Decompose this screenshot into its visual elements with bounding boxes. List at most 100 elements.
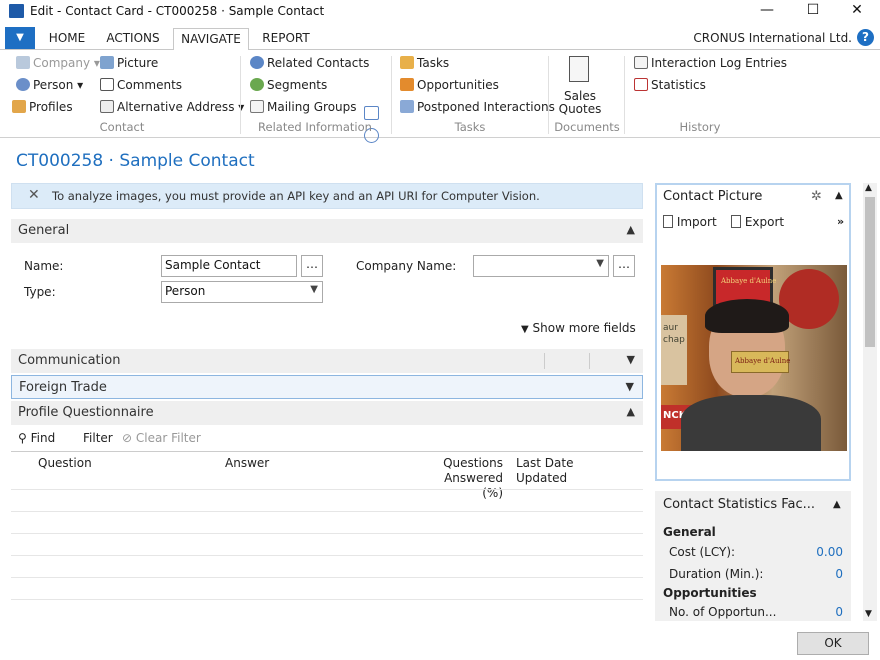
cost-value[interactable]: 0.00: [816, 545, 843, 559]
contact-photo: Abbaye d'Aulne aur chap NCK Abbaye d'Aul…: [661, 265, 847, 451]
chevron-up-icon[interactable]: ▲: [833, 499, 841, 510]
sales-quotes-icon[interactable]: [569, 56, 589, 82]
chevron-down-icon: ▼: [310, 284, 318, 295]
chevron-up-icon[interactable]: ▲: [627, 405, 635, 418]
file-menu-button[interactable]: ▼: [5, 27, 35, 49]
import-button[interactable]: Import: [663, 215, 717, 229]
picture-button[interactable]: Picture: [100, 54, 158, 72]
table-row: [11, 577, 643, 578]
cost-label: Cost (LCY):: [669, 545, 736, 559]
table-row: [11, 489, 643, 490]
close-button[interactable]: ✕: [834, 0, 880, 22]
related-contacts-button[interactable]: Related Contacts: [250, 54, 369, 72]
scrollbar[interactable]: ▲ ▼: [863, 183, 877, 621]
column-questions-answered[interactable]: Questions Answered (%): [420, 456, 503, 501]
sign-text-1: aur: [663, 323, 678, 333]
profiles-button[interactable]: Profiles: [12, 98, 73, 116]
import-icon: [663, 215, 673, 228]
log-icon: [634, 56, 648, 69]
profiles-icon: [12, 100, 26, 113]
opportunities-icon: [400, 78, 414, 91]
photo-hair: [705, 299, 789, 333]
tab-navigate[interactable]: NAVIGATE: [173, 28, 249, 51]
scroll-up-icon[interactable]: ▲: [865, 183, 872, 193]
section-general-header[interactable]: General ▲: [11, 219, 643, 243]
group-related-label: Related Information: [258, 120, 372, 134]
tasks-button[interactable]: Tasks: [400, 54, 449, 72]
name-field[interactable]: Sample Contact: [161, 255, 297, 277]
column-answer[interactable]: Answer: [225, 456, 269, 470]
section-profile-header[interactable]: Profile Questionnaire ▲: [11, 401, 643, 425]
company-lookup-button[interactable]: …: [613, 255, 635, 277]
postponed-interactions-button[interactable]: Postponed Interactions: [400, 98, 555, 116]
filter-button[interactable]: Filter: [83, 431, 113, 445]
segments-button[interactable]: Segments: [250, 76, 327, 94]
clear-filter-button[interactable]: ⊘ Clear Filter: [122, 431, 201, 445]
tab-report[interactable]: REPORT: [256, 28, 316, 50]
comments-icon: [100, 78, 114, 91]
company-name-label: Company Name:: [356, 259, 457, 273]
people-icon: [250, 56, 264, 69]
chevron-down-icon[interactable]: ▼: [627, 353, 635, 366]
interaction-log-entries-button[interactable]: Interaction Log Entries: [634, 54, 787, 72]
picture-icon: [100, 56, 114, 69]
window-title: Edit - Contact Card - CT000258 · Sample …: [30, 4, 325, 18]
chevron-up-icon[interactable]: ▲: [835, 190, 843, 201]
notification-text: To analyze images, you must provide an A…: [52, 189, 540, 203]
company-button[interactable]: Company ▾: [16, 54, 100, 72]
comments-button[interactable]: Comments: [100, 76, 182, 94]
scrollbar-thumb[interactable]: [865, 197, 875, 347]
close-icon[interactable]: ✕: [28, 187, 40, 203]
maximize-button[interactable]: ☐: [790, 0, 836, 22]
section-foreign-trade-header[interactable]: Foreign Trade ▼: [11, 375, 643, 399]
tab-actions[interactable]: ACTIONS: [100, 28, 166, 50]
statistics-button[interactable]: Statistics: [634, 76, 706, 94]
opportunities-button[interactable]: Opportunities: [400, 76, 499, 94]
related-card-icon[interactable]: [364, 106, 379, 120]
show-more-fields-link[interactable]: ▼ Show more fields: [521, 321, 636, 335]
find-button[interactable]: ⚲ Find: [18, 431, 55, 445]
gear-icon[interactable]: ✲: [811, 189, 822, 204]
sales-quotes-button[interactable]: Sales Quotes: [556, 90, 604, 116]
divider: [11, 451, 643, 452]
app-icon: [9, 4, 24, 18]
person-button[interactable]: Person ▾: [16, 76, 83, 94]
company-name: CRONUS International Ltd.: [693, 31, 852, 45]
duration-value[interactable]: 0: [835, 567, 843, 581]
name-lookup-button[interactable]: …: [301, 255, 323, 277]
column-question[interactable]: Question: [38, 456, 92, 470]
ribbon-separator: [624, 56, 625, 134]
no-opportunities-value[interactable]: 0: [835, 605, 843, 619]
help-icon[interactable]: ?: [857, 29, 874, 46]
group-tasks-label: Tasks: [454, 120, 486, 134]
ribbon: Company ▾ Person ▾ Profiles Picture Comm…: [0, 50, 880, 143]
chevron-down-icon[interactable]: ▼: [626, 380, 634, 393]
no-opportunities-label: No. of Opportun...: [669, 605, 777, 619]
face-box-text: Abbaye d'Aulne: [735, 357, 791, 365]
ribbon-separator: [391, 56, 392, 134]
duration-label: Duration (Min.):: [669, 567, 764, 581]
table-row: [11, 599, 643, 600]
scroll-down-icon[interactable]: ▼: [865, 609, 872, 619]
export-button[interactable]: Export: [731, 215, 784, 229]
company-name-select[interactable]: ▼: [473, 255, 609, 277]
ok-button[interactable]: OK: [797, 632, 869, 655]
stats-general-heading: General: [663, 525, 716, 539]
divider: [589, 353, 590, 369]
type-select[interactable]: Person ▼: [161, 281, 323, 303]
tab-home[interactable]: HOME: [42, 28, 92, 50]
chevron-up-icon[interactable]: ▲: [627, 223, 635, 236]
mail-icon: [250, 100, 264, 113]
notification-bar: ✕ To analyze images, you must provide an…: [11, 183, 643, 209]
group-contact-label: Contact: [99, 120, 145, 134]
alternative-address-button[interactable]: Alternative Address ▾: [100, 98, 244, 116]
address-icon: [100, 100, 114, 113]
group-history-label: History: [679, 120, 721, 134]
mailing-groups-button[interactable]: Mailing Groups: [250, 98, 357, 116]
postponed-icon: [400, 100, 414, 113]
section-communication-header[interactable]: Communication ▼: [11, 349, 643, 373]
more-icon[interactable]: »: [837, 215, 844, 228]
minimize-button[interactable]: —: [744, 0, 790, 22]
photo-shirt: [681, 395, 821, 451]
column-last-date-updated[interactable]: Last Date Updated: [516, 456, 574, 486]
